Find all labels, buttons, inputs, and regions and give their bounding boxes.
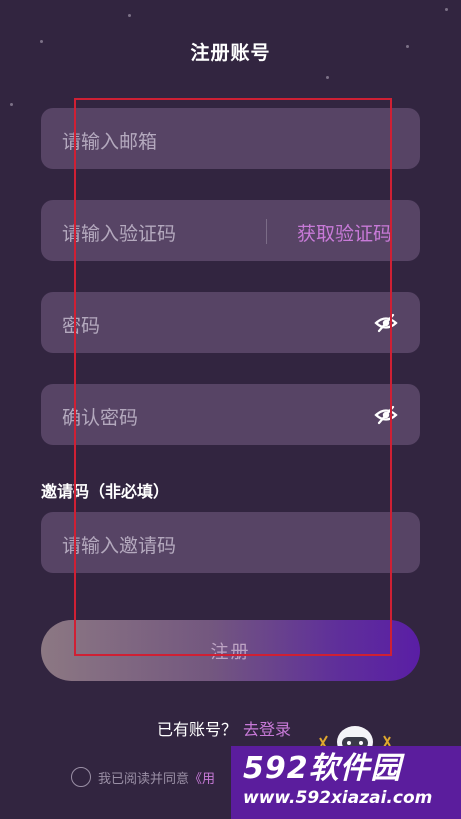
background-star [10, 103, 13, 106]
verification-code-field[interactable]: 请输入验证码 获取验证码 [41, 200, 420, 261]
invite-code-placeholder: 请输入邀请码 [62, 535, 177, 557]
password-placeholder: 密码 [62, 315, 101, 337]
email-placeholder: 请输入邮箱 [62, 131, 158, 153]
background-star [128, 14, 131, 17]
agree-checkbox[interactable] [71, 767, 91, 787]
password-field[interactable]: 密码 [41, 292, 420, 353]
eye-off-icon[interactable] [374, 403, 398, 427]
agreement-row: 我已阅读并同意 《用 [71, 767, 215, 787]
watermark-url: www.592xiazai.com [243, 788, 433, 808]
login-link[interactable]: 去登录 [243, 720, 291, 739]
eye-off-icon[interactable] [374, 311, 398, 335]
verification-code-placeholder: 请输入验证码 [62, 223, 177, 245]
register-button[interactable]: 注册 [41, 620, 420, 681]
email-field[interactable]: 请输入邮箱 [41, 108, 420, 169]
login-prompt: 已有账号？ 去登录 [157, 716, 291, 740]
invite-code-field[interactable]: 请输入邀请码 [41, 512, 420, 573]
watermark-brand: 592软件园 [243, 751, 402, 786]
background-star [445, 8, 448, 11]
agree-text: 我已阅读并同意 [98, 771, 190, 787]
confirm-password-placeholder: 确认密码 [62, 407, 139, 429]
get-code-button[interactable]: 获取验证码 [297, 219, 392, 246]
have-account-text: 已有账号？ [157, 720, 238, 739]
confirm-password-field[interactable]: 确认密码 [41, 384, 420, 445]
field-divider [266, 219, 267, 244]
site-watermark: 592软件园 www.592xiazai.com [231, 746, 461, 819]
page-title: 注册账号 [190, 42, 271, 64]
user-agreement-link[interactable]: 《用 [189, 768, 215, 787]
invite-code-label: 邀请码（非必填） [41, 482, 170, 501]
background-star [326, 76, 329, 79]
